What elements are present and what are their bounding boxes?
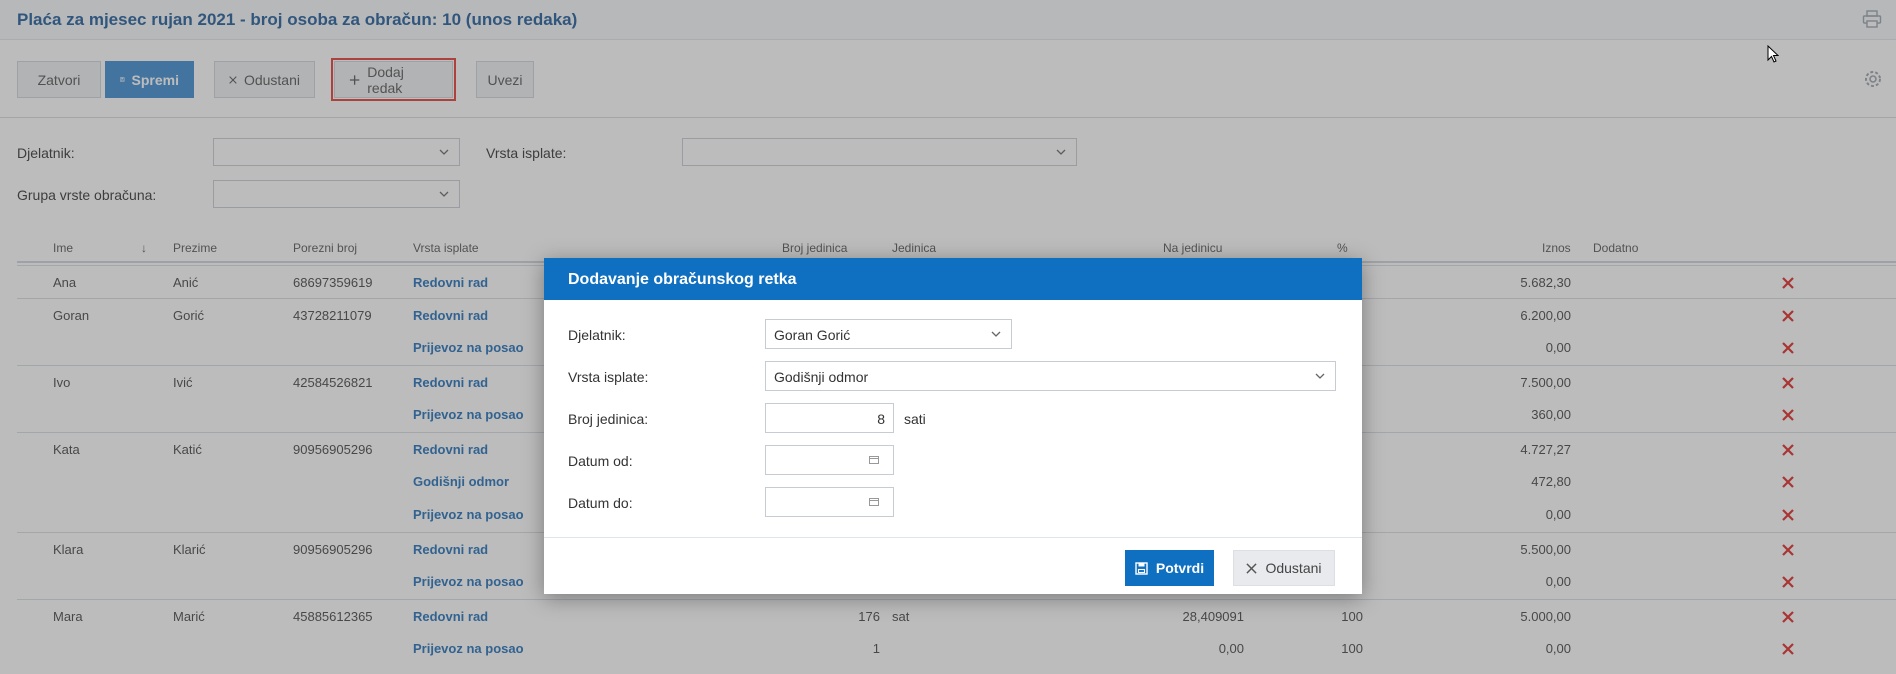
calendar-icon[interactable] <box>869 456 879 464</box>
confirm-button[interactable]: Potvrdi <box>1125 550 1214 586</box>
dialog-units-suffix: sati <box>904 411 926 427</box>
dialog-date-from-input[interactable] <box>765 445 894 475</box>
dialog-payment-type-value: Godišnji odmor <box>774 369 869 385</box>
dialog-employee-label: Djelatnik: <box>568 327 626 343</box>
dialog-units-input[interactable]: 8 <box>765 403 894 433</box>
dialog-date-to-label: Datum do: <box>568 495 633 511</box>
confirm-button-label: Potvrdi <box>1155 560 1205 576</box>
save-icon <box>1135 561 1148 575</box>
dialog-date-to-input[interactable] <box>765 487 894 517</box>
dialog-cancel-button[interactable]: Odustani <box>1233 550 1335 586</box>
chevron-down-icon <box>1315 373 1325 379</box>
dialog-employee-value: Goran Gorić <box>774 327 851 343</box>
dialog-payment-type-select[interactable]: Godišnji odmor <box>765 361 1336 391</box>
dialog-employee-select[interactable]: Goran Gorić <box>765 319 1012 349</box>
dialog-footer: Potvrdi Odustani <box>544 537 1362 594</box>
dialog-payment-type-label: Vrsta isplate: <box>568 369 649 385</box>
dialog-units-label: Broj jedinica: <box>568 411 649 427</box>
dialog-cancel-button-label: Odustani <box>1265 560 1322 576</box>
close-icon <box>1246 562 1258 574</box>
dialog-title: Dodavanje obračunskog retka <box>544 258 1362 300</box>
mouse-cursor-icon <box>1767 45 1779 63</box>
chevron-down-icon <box>991 331 1001 337</box>
add-row-dialog: Dodavanje obračunskog retka Djelatnik: G… <box>544 258 1362 594</box>
calendar-icon[interactable] <box>869 498 879 506</box>
dialog-date-from-label: Datum od: <box>568 453 633 469</box>
